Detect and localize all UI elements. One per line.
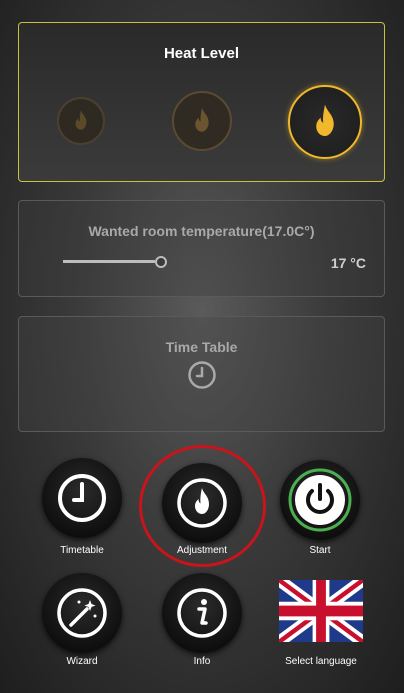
uk-flag-icon[interactable] (279, 580, 363, 642)
info-label: Info (193, 656, 211, 667)
heat-level-title: Heat Level (163, 45, 240, 62)
temperature-value: 17 °C (330, 255, 366, 271)
temperature-slider-track[interactable] (63, 260, 155, 263)
start-button[interactable] (280, 460, 360, 540)
select-language-label: Select language (285, 656, 357, 667)
wizard-label: Wizard (66, 656, 98, 667)
time-table-panel[interactable]: Time Table (18, 316, 385, 432)
magic-wand-icon (57, 588, 107, 638)
room-temperature-panel: Wanted room temperature(17.0C°) 17 °C (18, 200, 385, 297)
flame-icon (316, 104, 334, 136)
temperature-slider-handle[interactable] (155, 256, 167, 268)
heat-level-3-button[interactable] (288, 85, 362, 159)
clock-icon (188, 361, 216, 389)
heat-level-2-button[interactable] (172, 91, 232, 151)
flame-icon (195, 107, 209, 132)
info-icon (177, 588, 227, 638)
timetable-label: Timetable (60, 545, 104, 556)
power-icon (288, 468, 352, 532)
heat-level-1-button[interactable] (57, 97, 105, 145)
adjustment-label: Adjustment (176, 545, 228, 556)
time-table-title: Time Table (165, 339, 238, 355)
info-button[interactable] (162, 573, 242, 653)
flame-icon (75, 110, 87, 130)
heat-level-panel: Heat Level (18, 22, 385, 182)
room-temperature-title: Wanted room temperature(17.0C°) (88, 223, 315, 239)
clock-icon (58, 474, 106, 522)
wizard-button[interactable] (42, 573, 122, 653)
timetable-button[interactable] (42, 458, 122, 538)
start-label: Start (309, 545, 331, 556)
